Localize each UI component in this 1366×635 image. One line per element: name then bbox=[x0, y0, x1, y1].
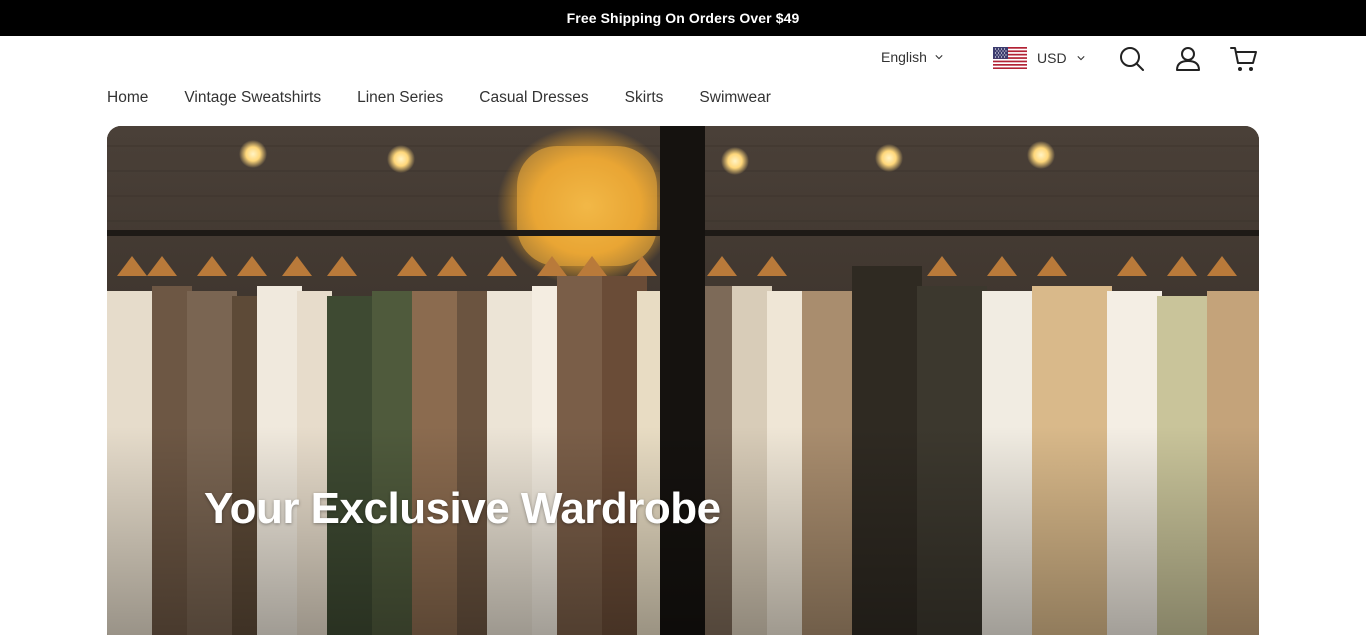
hero-title: Your Exclusive Wardrobe bbox=[204, 484, 721, 533]
search-icon bbox=[1120, 47, 1144, 71]
user-icon bbox=[1176, 47, 1200, 71]
hero-image bbox=[107, 126, 1259, 635]
cart-button[interactable] bbox=[1229, 44, 1259, 74]
account-button[interactable] bbox=[1173, 44, 1203, 74]
announcement-text: Free Shipping On Orders Over $49 bbox=[566, 10, 800, 26]
nav-item-home[interactable]: Home bbox=[107, 89, 148, 107]
main-navigation: Home Vintage Sweatshirts Linen Series Ca… bbox=[107, 87, 771, 109]
header-tools: English USD bbox=[0, 36, 1366, 82]
chevron-down-icon bbox=[935, 55, 943, 60]
search-button[interactable] bbox=[1117, 44, 1147, 74]
cart-icon bbox=[1230, 47, 1257, 71]
chevron-down-icon bbox=[1076, 56, 1085, 61]
nav-item-linen-series[interactable]: Linen Series bbox=[357, 89, 443, 107]
nav-item-skirts[interactable]: Skirts bbox=[625, 89, 664, 107]
hero-banner[interactable]: Your Exclusive Wardrobe bbox=[107, 126, 1259, 635]
language-label: English bbox=[881, 49, 927, 65]
nav-item-casual-dresses[interactable]: Casual Dresses bbox=[479, 89, 588, 107]
language-selector[interactable]: English bbox=[881, 49, 943, 65]
nav-item-swimwear[interactable]: Swimwear bbox=[699, 89, 770, 107]
currency-label: USD bbox=[1037, 50, 1067, 66]
currency-selector[interactable]: USD bbox=[993, 47, 1085, 69]
announcement-bar: Free Shipping On Orders Over $49 bbox=[0, 0, 1366, 36]
nav-item-vintage-sweatshirts[interactable]: Vintage Sweatshirts bbox=[184, 89, 321, 107]
us-flag-icon bbox=[993, 47, 1027, 69]
